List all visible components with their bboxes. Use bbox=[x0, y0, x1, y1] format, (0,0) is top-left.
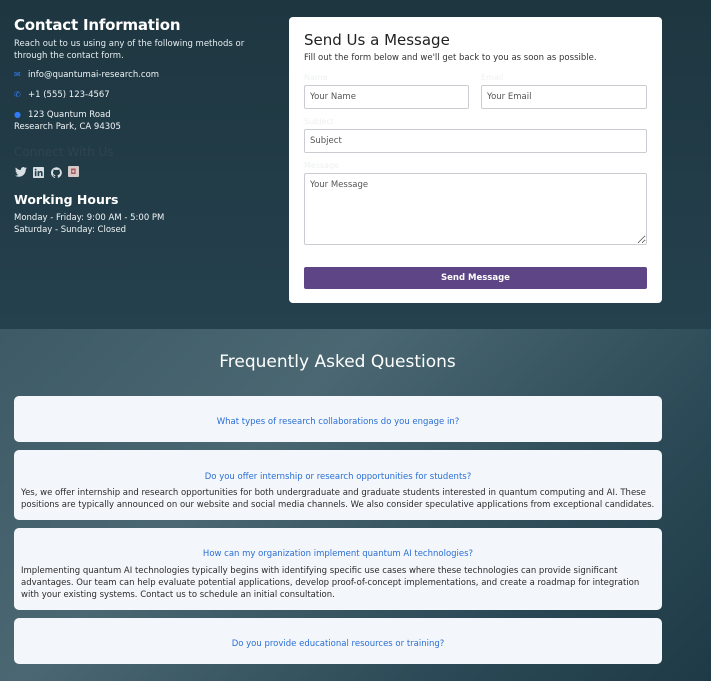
faq-answer: Implementing quantum AI technologies typ… bbox=[21, 566, 640, 600]
address-row: ● 123 Quantum Road bbox=[14, 109, 111, 121]
twitter-icon[interactable] bbox=[14, 166, 27, 178]
github-icon[interactable] bbox=[50, 166, 63, 178]
faq-answer: Yes, we offer internship and research op… bbox=[21, 488, 655, 510]
phone-text[interactable]: +1 (555) 123-4567 bbox=[28, 89, 110, 101]
faq-question[interactable]: What types of research collaborations do… bbox=[14, 417, 662, 427]
connect-title: Connect With Us bbox=[14, 145, 114, 159]
name-label: Name bbox=[304, 73, 328, 82]
form-subtitle: Fill out the form below and we'll get ba… bbox=[304, 53, 597, 63]
map-pin-icon: ● bbox=[14, 110, 21, 119]
email-label: Email bbox=[481, 73, 504, 82]
hours-title: Working Hours bbox=[14, 192, 119, 207]
social-links: ◘ bbox=[14, 166, 79, 178]
subject-input[interactable] bbox=[304, 129, 647, 153]
hours-weekday: Monday - Friday: 9:00 AM - 5:00 PM bbox=[14, 213, 165, 223]
form-title: Send Us a Message bbox=[304, 31, 450, 49]
instagram-icon[interactable]: ◘ bbox=[68, 166, 79, 177]
faq-question[interactable]: How can my organization implement quantu… bbox=[14, 549, 662, 559]
contact-title: Contact Information bbox=[14, 16, 181, 34]
faq-item[interactable]: How can my organization implement quantu… bbox=[14, 528, 662, 610]
message-label: Message bbox=[304, 161, 340, 170]
faq-title: Frequently Asked Questions bbox=[219, 352, 456, 372]
faq-item[interactable]: Do you offer internship or research oppo… bbox=[14, 450, 662, 520]
phone-row[interactable]: ✆ +1 (555) 123-4567 bbox=[14, 89, 110, 101]
faq-item[interactable]: What types of research collaborations do… bbox=[14, 396, 662, 442]
message-textarea[interactable] bbox=[304, 173, 647, 245]
envelope-icon: ✉ bbox=[14, 70, 21, 79]
contact-form: Send Us a Message Fill out the form belo… bbox=[289, 17, 662, 303]
email-text[interactable]: info@quantumai-research.com bbox=[28, 69, 159, 81]
send-message-button[interactable]: Send Message bbox=[304, 267, 647, 289]
address-line1: 123 Quantum Road bbox=[28, 110, 111, 120]
name-input[interactable] bbox=[304, 85, 469, 109]
linkedin-icon[interactable] bbox=[32, 166, 45, 178]
email-row[interactable]: ✉ info@quantumai-research.com bbox=[14, 69, 159, 81]
contact-description: Reach out to us using any of the followi… bbox=[14, 39, 245, 61]
address-row-2: Research Park, CA 94305 bbox=[14, 121, 121, 133]
faq-question[interactable]: Do you offer internship or research oppo… bbox=[14, 472, 662, 482]
faq-item[interactable]: Do you provide educational resources or … bbox=[14, 618, 662, 664]
address-text: 123 Quantum Road bbox=[28, 109, 111, 121]
address-line2: Research Park, CA 94305 bbox=[14, 122, 121, 132]
subject-label: Subject bbox=[304, 117, 334, 126]
faq-question[interactable]: Do you provide educational resources or … bbox=[14, 639, 662, 649]
hours-weekend: Saturday - Sunday: Closed bbox=[14, 225, 127, 235]
email-input[interactable] bbox=[481, 85, 647, 109]
phone-icon: ✆ bbox=[14, 90, 21, 99]
